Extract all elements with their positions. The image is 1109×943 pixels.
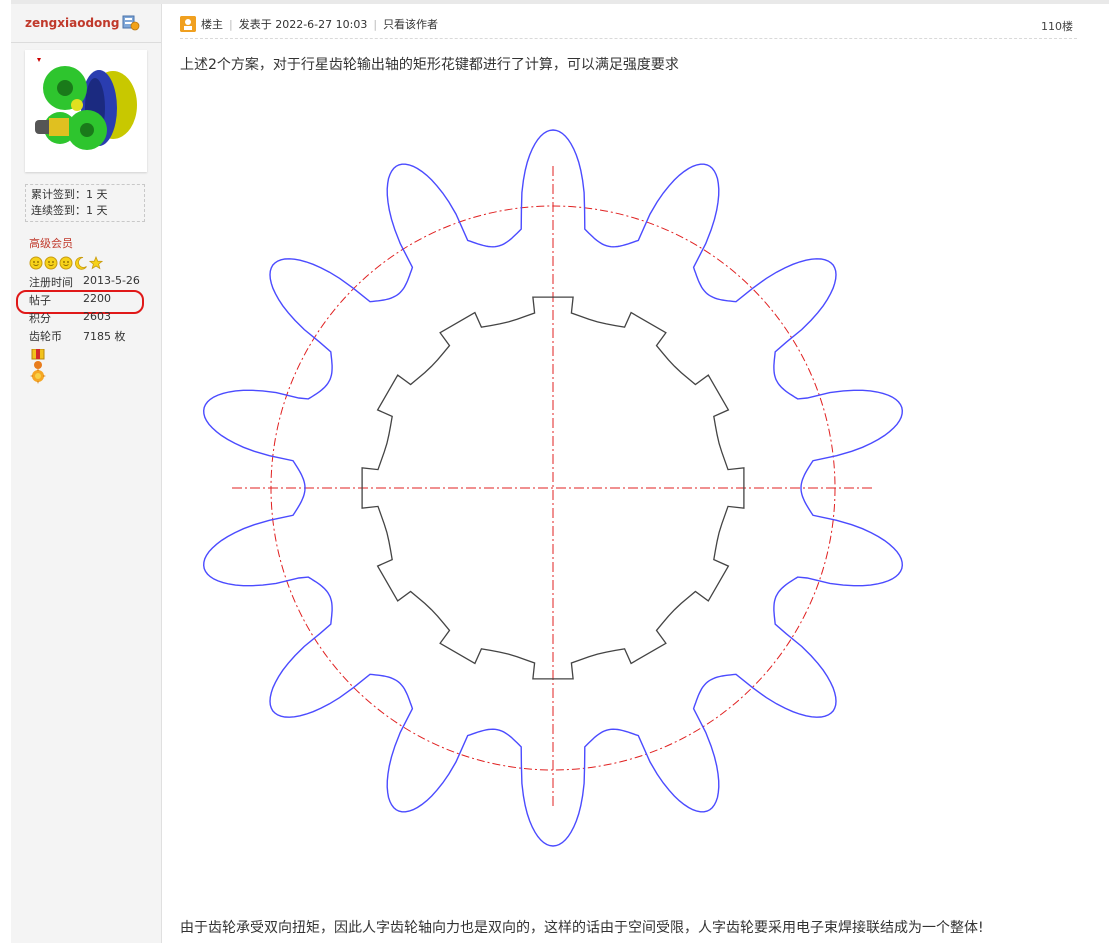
author-sidebar: zengxiaodong 累计签到：1 天 连续签到：1 天 高级会员 注册时间… xyxy=(11,4,162,943)
gear-assembly-image xyxy=(25,50,147,172)
star-icon xyxy=(89,256,103,270)
post-content: 楼主 | 发表于 2022-6-27 10:03 | 只看该作者 110楼 上述… xyxy=(162,4,1109,943)
sign-total: 累计签到：1 天 xyxy=(31,188,108,201)
stat-register-time: 注册时间 2013-5-26 xyxy=(29,274,140,290)
stat-value: 7185 枚 xyxy=(83,330,126,343)
sign-in-box: 累计签到：1 天 连续签到：1 天 xyxy=(25,184,145,222)
author-name-link[interactable]: zengxiaodong xyxy=(25,16,119,30)
stat-points: 积分 2603 xyxy=(29,310,111,326)
online-status-icon xyxy=(122,15,140,31)
sun-face-icon xyxy=(59,256,73,270)
level-badges xyxy=(29,256,103,270)
medal-icon[interactable] xyxy=(30,348,46,385)
stat-value: 2013-5-26 xyxy=(83,274,140,287)
stat-coins: 齿轮币 7185 枚 xyxy=(29,328,126,344)
sun-face-icon xyxy=(44,256,58,270)
moon-icon xyxy=(75,256,87,270)
sidebar-divider xyxy=(11,42,161,43)
post-outro-text: 由于齿轮承受双向扭矩，因此人字齿轮轴向力也是双向的，这样的话由于空间受限，人字齿… xyxy=(180,920,984,936)
stat-label: 积分 xyxy=(29,312,51,325)
sun-face-icon xyxy=(29,256,43,270)
gear-spline-drawing[interactable] xyxy=(162,4,1109,904)
stat-label: 注册时间 xyxy=(29,276,73,289)
author-avatar[interactable] xyxy=(25,50,147,172)
forum-post-page: zengxiaodong 累计签到：1 天 连续签到：1 天 高级会员 注册时间… xyxy=(0,0,1109,943)
medals xyxy=(30,348,46,389)
stat-value: 2603 xyxy=(83,310,111,323)
stat-label: 齿轮币 xyxy=(29,330,62,343)
member-level-link[interactable]: 高级会员 xyxy=(29,235,73,251)
author-name-row: zengxiaodong xyxy=(25,14,140,32)
sign-streak: 连续签到：1 天 xyxy=(31,204,108,217)
